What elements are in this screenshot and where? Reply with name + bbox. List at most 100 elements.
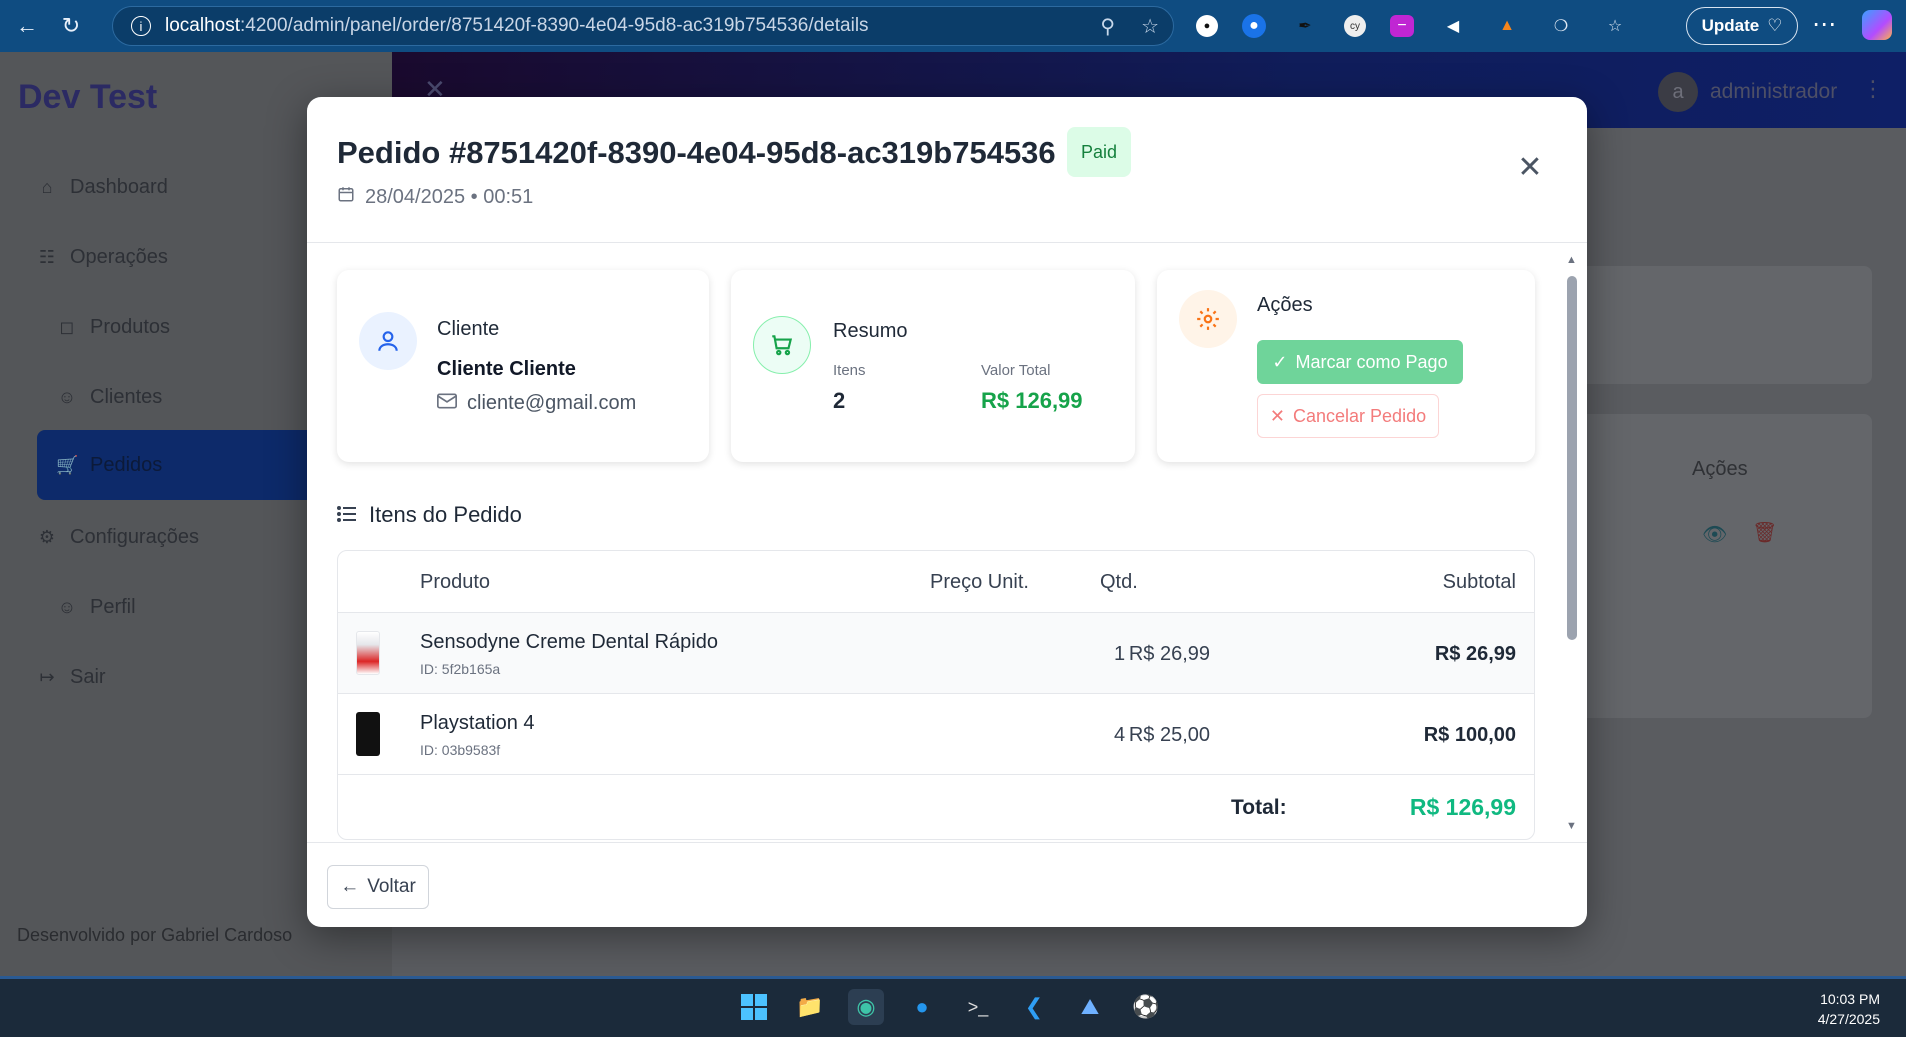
logout-icon: ↦ bbox=[39, 666, 55, 687]
items-label: Itens bbox=[833, 362, 866, 379]
extension-icon[interactable]: − bbox=[1390, 15, 1414, 37]
order-details-modal: Pedido #8751420f-8390-4e04-95d8-ac319b75… bbox=[307, 97, 1587, 927]
close-icon[interactable]: ✕ bbox=[1515, 153, 1545, 183]
update-button[interactable]: Update ♡ bbox=[1686, 7, 1798, 45]
terminal-icon[interactable]: >_ bbox=[960, 989, 996, 1025]
fox-icon[interactable]: ▲ bbox=[1492, 11, 1522, 41]
puzzle-icon[interactable]: ❍ bbox=[1546, 11, 1576, 41]
user-name[interactable]: administrador bbox=[1710, 80, 1837, 104]
sidebar-item-label: Produtos bbox=[90, 315, 171, 338]
modal-body: Cliente Cliente Cliente cliente@gmail.co… bbox=[307, 244, 1587, 842]
trash-icon[interactable]: 🗑 bbox=[1752, 520, 1777, 545]
column-header-price: Preço Unit. bbox=[930, 571, 1029, 593]
product-id: ID: 03b9583f bbox=[420, 742, 501, 758]
update-label: Update bbox=[1701, 16, 1760, 35]
scroll-down-arrow-icon[interactable]: ▼ bbox=[1566, 820, 1577, 832]
favorite-star-icon[interactable]: ☆ bbox=[1141, 14, 1159, 39]
cancel-order-button[interactable]: ✕ Cancelar Pedido bbox=[1257, 394, 1439, 438]
actions-label: Ações bbox=[1257, 294, 1313, 316]
sidebar-item-label: Clientes bbox=[90, 385, 163, 408]
client-name: Cliente Cliente bbox=[437, 358, 576, 380]
system-clock[interactable]: 10:03 PM 4/27/2025 bbox=[1818, 989, 1880, 1029]
client-label: Cliente bbox=[437, 318, 500, 340]
mark-paid-button[interactable]: ✓ Marcar como Pago bbox=[1257, 340, 1463, 384]
column-header-qty: Qtd. bbox=[1100, 571, 1138, 593]
sidebar-item-label: Perfil bbox=[90, 595, 136, 618]
modal-footer: ← Voltar bbox=[307, 842, 1587, 927]
eye-icon[interactable]: 👁 bbox=[1702, 522, 1727, 547]
table-row[interactable]: Playstation 4 ID: 03b9583f R$ 25,00 4 R$… bbox=[338, 694, 1534, 775]
more-menu-icon[interactable]: ⋯ bbox=[1812, 10, 1836, 39]
client-card: Cliente Cliente Cliente cliente@gmail.co… bbox=[337, 270, 709, 462]
items-section-label: Itens do Pedido bbox=[369, 502, 522, 527]
url-path: :4200/admin/panel/order/8751420f-8390-4e… bbox=[240, 15, 869, 36]
sidebar-item-label: Sair bbox=[70, 665, 106, 688]
user-icon: ☺ bbox=[57, 386, 77, 407]
page-title: Pedido #8751420f-8390-4e04-95d8-ac319b75… bbox=[337, 135, 1056, 170]
quantity: 1 bbox=[1114, 643, 1126, 665]
order-date: 28/04/2025 • 00:51 bbox=[337, 185, 533, 209]
sidebar-item-label: Configurações bbox=[70, 525, 199, 548]
edge-browser-icon[interactable]: ◉ bbox=[848, 989, 884, 1025]
back-label: Voltar bbox=[367, 876, 416, 897]
cancel-order-label: Cancelar Pedido bbox=[1293, 405, 1427, 426]
extensions-bar: ● ● ✒ cy − ◀ ▲ ❍ ☆ bbox=[1196, 11, 1630, 41]
user-icon: ☺ bbox=[57, 596, 77, 617]
total-value-label: Valor Total bbox=[981, 362, 1051, 379]
megaphone-icon[interactable]: ◀ bbox=[1438, 11, 1468, 41]
url-host: localhost bbox=[165, 15, 240, 36]
items-table: Produto Preço Unit. Qtd. Subtotal Sensod… bbox=[337, 550, 1535, 840]
mail-icon bbox=[437, 392, 457, 415]
total-label: Total: bbox=[1231, 796, 1287, 819]
clock-date: 4/27/2025 bbox=[1817, 1011, 1880, 1027]
summary-card: Resumo Itens 2 Valor Total R$ 126,99 bbox=[731, 270, 1135, 462]
docker-icon[interactable]: ● bbox=[904, 989, 940, 1025]
product-thumbnail bbox=[356, 631, 380, 675]
scrollbar-thumb[interactable] bbox=[1567, 276, 1577, 640]
product-id: ID: 5f2b165a bbox=[420, 661, 501, 677]
photos-icon[interactable]: ⛰ bbox=[1072, 989, 1108, 1025]
extension-icon[interactable]: cy bbox=[1344, 15, 1366, 37]
database-icon: ☷ bbox=[38, 246, 56, 267]
avatar[interactable]: a bbox=[1658, 72, 1698, 112]
vscode-icon[interactable]: ❮ bbox=[1016, 989, 1052, 1025]
product-name: Playstation 4 bbox=[420, 712, 535, 734]
back-button[interactable]: ← Voltar bbox=[327, 865, 429, 909]
footer-credit: Desenvolvido por Gabriel Cardoso bbox=[17, 925, 293, 945]
app-icon[interactable]: ⚽ bbox=[1128, 989, 1164, 1025]
eyedropper-icon[interactable]: ✒ bbox=[1290, 11, 1320, 41]
refresh-icon[interactable]: ↻ bbox=[56, 11, 86, 41]
product-name: Sensodyne Creme Dental Rápido bbox=[420, 631, 718, 653]
arrow-left-icon: ← bbox=[340, 876, 360, 897]
info-icon[interactable]: i bbox=[131, 16, 151, 36]
file-explorer-icon[interactable]: 📁 bbox=[792, 989, 828, 1025]
table-header: Produto Preço Unit. Qtd. Subtotal bbox=[338, 551, 1534, 613]
key-icon[interactable]: ⚲ bbox=[1100, 14, 1115, 39]
extension-icon[interactable]: ● bbox=[1196, 15, 1218, 37]
address-bar[interactable]: i localhost:4200/admin/panel/order/87514… bbox=[112, 6, 1174, 46]
back-arrow-icon[interactable]: ← bbox=[12, 11, 42, 41]
check-icon: ✓ bbox=[1272, 351, 1288, 372]
unit-price: R$ 25,00 bbox=[1128, 724, 1210, 746]
subtotal: R$ 100,00 bbox=[1423, 724, 1516, 746]
taskbar: 📁 ◉ ● >_ ❮ ⛰ ⚽ 10:03 PM 4/27/2025 bbox=[0, 976, 1906, 1037]
modal-header: Pedido #8751420f-8390-4e04-95d8-ac319b75… bbox=[307, 97, 1587, 243]
heart-icon: ♡ bbox=[1767, 16, 1783, 35]
table-row[interactable]: Sensodyne Creme Dental Rápido ID: 5f2b16… bbox=[338, 613, 1534, 694]
scrollbar[interactable]: ▲ ▼ bbox=[1565, 254, 1577, 834]
order-total: R$ 126,99 bbox=[1409, 794, 1516, 820]
user-icon bbox=[359, 312, 417, 370]
taskbar-apps: 📁 ◉ ● >_ ❮ ⛰ ⚽ bbox=[736, 989, 1164, 1025]
extension-icon[interactable]: ● bbox=[1242, 14, 1266, 38]
scroll-up-arrow-icon[interactable]: ▲ bbox=[1566, 254, 1577, 266]
windows-start-icon[interactable] bbox=[736, 989, 772, 1025]
list-icon bbox=[337, 502, 357, 528]
client-email: cliente@gmail.com bbox=[437, 392, 636, 415]
kebab-menu-icon[interactable]: ⋮ bbox=[1862, 76, 1884, 102]
actions-card: Ações ✓ Marcar como Pago ✕ Cancelar Pedi… bbox=[1157, 270, 1535, 462]
copilot-icon[interactable] bbox=[1862, 10, 1892, 40]
close-icon: ✕ bbox=[1269, 405, 1285, 426]
favorites-icon[interactable]: ☆ bbox=[1600, 11, 1630, 41]
client-email-text: cliente@gmail.com bbox=[467, 392, 637, 414]
mark-paid-label: Marcar como Pago bbox=[1295, 351, 1448, 372]
